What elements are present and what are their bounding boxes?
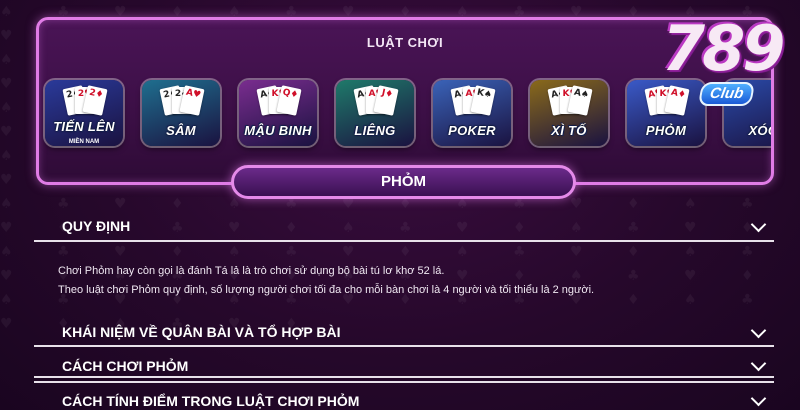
content-line: Theo luật chơi Phỏm quy định, số lượng n… (58, 284, 595, 296)
section-title: CÁCH TÍNH ĐIỂM TRONG LUẬT CHƠI PHỎM (62, 393, 360, 409)
playing-card: K♠ (470, 85, 496, 116)
section-khai-niem[interactable]: KHÁI NIỆM VỀ QUÂN BÀI VÀ TỔ HỢP BÀI (34, 313, 774, 347)
cards-icon: 2♠2♣A♥ (159, 85, 205, 117)
game-tile[interactable]: A♠A♥J♦ LIÊNG (336, 80, 414, 146)
playing-card: Q♦ (276, 85, 302, 116)
game-label: XÓC (748, 123, 771, 138)
logo-club: Club (697, 82, 756, 106)
game-label: PHỎM (645, 123, 687, 138)
cards-icon: A♠K♥Q♦ (256, 85, 302, 117)
game-label: XÌ TỐ (551, 123, 587, 138)
section-title: KHÁI NIỆM VỀ QUÂN BÀI VÀ TỔ HỢP BÀI (62, 324, 341, 340)
chevron-down-icon[interactable] (750, 390, 767, 407)
game-label: SÂM (166, 123, 196, 138)
game-tile[interactable]: 2♠2♥2♦ TIẾN LÊN MIỀN NAM (45, 80, 123, 146)
selected-game-title: PHỎM (231, 165, 576, 199)
playing-card: A♥ (179, 85, 205, 116)
logo-number: 789 (662, 12, 785, 85)
game-tile[interactable]: A♠A♥K♠ POKER (433, 80, 511, 146)
game-label: MẬU BINH (244, 123, 312, 138)
chevron-down-icon[interactable] (750, 355, 767, 372)
brand-logo: 789 Club (660, 12, 785, 107)
game-tile[interactable]: A♣K♥A♠ XÌ TỐ (530, 80, 608, 146)
section-title: QUY ĐỊNH (62, 218, 131, 234)
section-cach-tinh-diem[interactable]: CÁCH TÍNH ĐIỂM TRONG LUẬT CHƠI PHỎM (34, 381, 774, 410)
cards-icon: A♣K♥A♠ (547, 85, 593, 117)
game-sublabel: MIỀN NAM (68, 139, 100, 145)
game-label: LIÊNG (354, 123, 396, 138)
chevron-down-icon[interactable] (750, 216, 767, 233)
playing-card: J♦ (373, 85, 399, 116)
section-cach-choi[interactable]: CÁCH CHƠI PHỎM (34, 350, 774, 378)
cards-icon: A♠A♥K♠ (450, 85, 496, 117)
content-line: Chơi Phỏm hay còn gọi là đánh Tá lả là t… (58, 265, 445, 277)
quy-dinh-content: Chơi Phỏm hay còn gọi là đánh Tá lả là t… (58, 262, 594, 300)
section-quy-dinh[interactable]: QUY ĐỊNH (34, 210, 774, 242)
game-label: POKER (448, 123, 496, 138)
section-title: CÁCH CHƠI PHỎM (62, 358, 189, 374)
game-label: TIẾN LÊN (53, 119, 115, 134)
playing-card: 2♦ (82, 85, 108, 116)
playing-card: A♠ (567, 85, 593, 116)
chevron-down-icon[interactable] (750, 322, 767, 339)
cards-icon: A♠A♥J♦ (353, 85, 399, 117)
game-tile[interactable]: A♠K♥Q♦ MẬU BINH (239, 80, 317, 146)
game-tile[interactable]: 2♠2♣A♥ SÂM (142, 80, 220, 146)
cards-icon: 2♠2♥2♦ (62, 85, 108, 117)
